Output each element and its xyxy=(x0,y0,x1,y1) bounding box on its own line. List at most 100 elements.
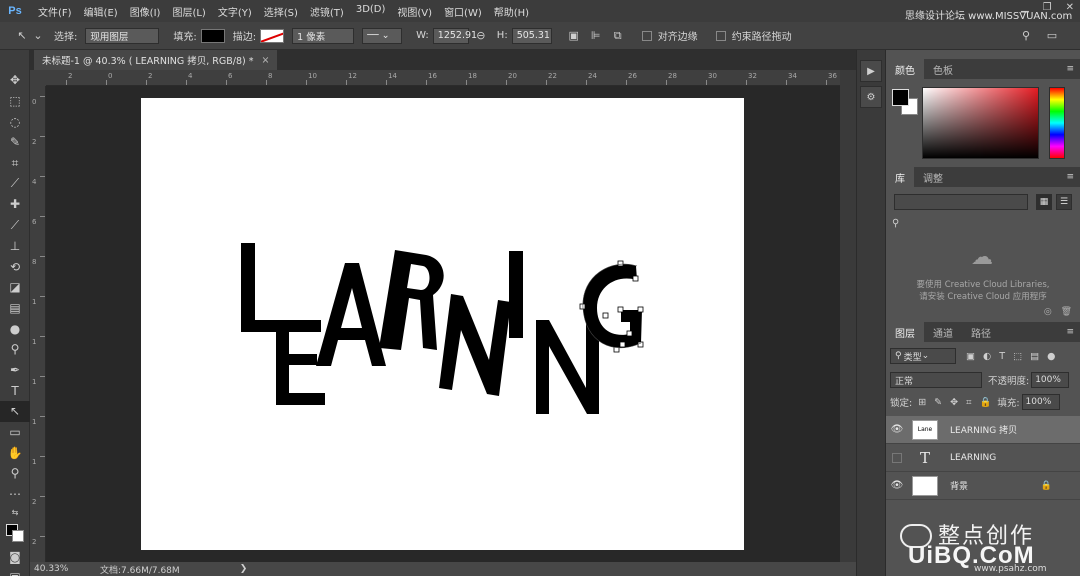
pen-tool-icon[interactable]: ✒ xyxy=(0,360,30,381)
cc-sync-icon[interactable]: ◎ xyxy=(1044,307,1052,317)
learning-artwork[interactable] xyxy=(141,98,744,550)
move-tool-icon[interactable]: ✥ xyxy=(0,70,30,91)
constrain-path-checkbox[interactable] xyxy=(715,30,726,41)
close-tab-icon[interactable]: × xyxy=(261,55,269,66)
panel-menu-icon[interactable]: ≡ xyxy=(1066,172,1074,182)
visibility-off-box[interactable] xyxy=(892,452,902,463)
library-search-icon[interactable]: ⚲ xyxy=(892,218,1074,234)
menu-image[interactable]: 图像(I) xyxy=(124,4,167,19)
layer-filter-dropdown[interactable]: ⚲ 类型 ⌄ xyxy=(890,348,956,364)
crop-tool-icon[interactable]: ⌗ xyxy=(0,153,30,174)
history-panel-icon[interactable]: ▶ xyxy=(860,60,882,82)
layer-row[interactable]: 👁 Lane LEARNING 拷贝 xyxy=(886,416,1080,444)
ruler-vertical[interactable]: 0 2 4 6 8 1 1 1 1 1 2 2 xyxy=(30,86,46,562)
tab-adjustments[interactable]: 调整 xyxy=(914,167,952,187)
menu-filter[interactable]: 滤镜(T) xyxy=(304,4,350,19)
opacity-field[interactable]: 100% xyxy=(1031,372,1070,388)
align-edges-checkbox[interactable] xyxy=(641,30,652,41)
chevron-down-icon[interactable]: ⌄ xyxy=(30,28,46,44)
menu-file[interactable]: 文件(F) xyxy=(32,4,78,19)
eye-icon[interactable]: 👁 xyxy=(886,424,908,435)
zoom-level[interactable]: 40.33% xyxy=(30,564,70,574)
eraser-tool-icon[interactable]: ◪ xyxy=(0,277,30,298)
layer-row[interactable]: 👁 背景 🔒 xyxy=(886,472,1080,500)
menu-select[interactable]: 选择(S) xyxy=(258,4,304,19)
stroke-style-dropdown[interactable]: ── ⌄ xyxy=(362,27,403,44)
shape-filter-icon[interactable]: ⬚ xyxy=(1013,351,1022,362)
menu-help[interactable]: 帮助(H) xyxy=(488,4,535,19)
layer-row[interactable]: T LEARNING xyxy=(886,444,1080,472)
lock-position-icon[interactable]: ✥ xyxy=(950,397,958,408)
lock-image-icon[interactable]: ✎ xyxy=(934,397,942,408)
properties-panel-icon[interactable]: ⚙ xyxy=(860,86,882,108)
tab-color[interactable]: 颜色 xyxy=(886,59,924,79)
status-menu-arrow-icon[interactable]: ❯ xyxy=(240,564,248,574)
brush-tool-icon[interactable]: ⟋ xyxy=(0,215,30,236)
lock-transparent-icon[interactable]: ⊞ xyxy=(918,397,926,408)
panel-menu-icon[interactable]: ≡ xyxy=(1066,327,1074,337)
blend-mode-dropdown[interactable]: 正常 xyxy=(890,372,982,388)
menu-view[interactable]: 视图(V) xyxy=(391,4,438,19)
healing-brush-tool-icon[interactable]: ✚ xyxy=(0,194,30,215)
path-alignment-icon[interactable]: ⊫ xyxy=(588,28,604,44)
select-mode-dropdown[interactable]: 现用图层 xyxy=(85,27,160,44)
more-tools-icon[interactable]: ⋯ xyxy=(0,484,30,505)
workspace-icon[interactable]: ▭ xyxy=(1044,28,1060,44)
path-arrangement-icon[interactable]: ⧉ xyxy=(610,28,626,44)
vertical-scrollbar[interactable] xyxy=(840,70,856,562)
grid-view-icon[interactable]: ▦ xyxy=(1036,194,1052,210)
canvas-area[interactable] xyxy=(46,86,840,562)
lock-all-icon[interactable]: 🔒 xyxy=(979,397,991,408)
close-window-icon[interactable]: ✕ xyxy=(1066,2,1074,13)
filter-toggle-icon[interactable]: ● xyxy=(1047,351,1055,362)
menu-3d[interactable]: 3D(D) xyxy=(350,4,392,19)
dodge-tool-icon[interactable]: ⚲ xyxy=(0,339,30,360)
type-tool-icon[interactable]: T xyxy=(0,380,30,401)
panel-menu-icon[interactable]: ≡ xyxy=(1066,64,1074,74)
history-brush-tool-icon[interactable]: ⟲ xyxy=(0,256,30,277)
tab-libraries[interactable]: 库 xyxy=(886,167,914,187)
rectangle-tool-icon[interactable]: ▭ xyxy=(0,422,30,443)
clone-stamp-tool-icon[interactable]: ⊥ xyxy=(0,236,30,257)
document-canvas[interactable] xyxy=(141,98,744,550)
menu-layer[interactable]: 图层(L) xyxy=(166,4,211,19)
fg-bg-swatches[interactable] xyxy=(892,89,918,115)
tab-channels[interactable]: 通道 xyxy=(924,322,962,342)
foreground-background-colors-icon[interactable] xyxy=(0,520,30,546)
pixel-filter-icon[interactable]: ▣ xyxy=(966,351,975,362)
tab-swatches[interactable]: 色板 xyxy=(924,59,962,79)
height-field[interactable]: 505.31 xyxy=(511,27,552,44)
type-filter-icon[interactable]: T xyxy=(999,351,1005,362)
tab-layers[interactable]: 图层 xyxy=(886,322,924,342)
foreground-color[interactable] xyxy=(892,89,909,106)
search-icon[interactable]: ⚲ xyxy=(1018,28,1034,44)
restore-icon[interactable]: ❐ xyxy=(1043,2,1052,13)
lock-artboard-icon[interactable]: ⌗ xyxy=(966,397,971,408)
blur-tool-icon[interactable]: ● xyxy=(0,318,30,339)
stroke-width-field[interactable]: 1 像素 xyxy=(292,27,355,44)
path-select-tool-icon[interactable]: ↖ xyxy=(0,401,30,422)
hue-slider[interactable] xyxy=(1049,87,1065,159)
menu-type[interactable]: 文字(Y) xyxy=(212,4,258,19)
quick-select-tool-icon[interactable]: ✎ xyxy=(0,132,30,153)
document-tab[interactable]: 未标题-1 @ 40.3% ( LEARNING 拷贝, RGB/8) * × xyxy=(34,50,278,70)
gradient-tool-icon[interactable]: ▤ xyxy=(0,298,30,319)
direct-select-tool-icon[interactable]: ↖ xyxy=(14,28,30,44)
lasso-tool-icon[interactable]: ◌ xyxy=(0,111,30,132)
menu-edit[interactable]: 编辑(E) xyxy=(78,4,124,19)
saturation-value-field[interactable] xyxy=(922,87,1039,159)
library-dropdown[interactable] xyxy=(894,194,1028,210)
marquee-tool-icon[interactable]: ⬚ xyxy=(0,91,30,112)
adjustment-filter-icon[interactable]: ◐ xyxy=(983,351,991,362)
list-view-icon[interactable]: ☰ xyxy=(1056,194,1072,210)
quick-mask-icon[interactable]: ◙ xyxy=(0,546,30,567)
smart-filter-icon[interactable]: ▤ xyxy=(1030,351,1039,362)
eye-icon[interactable]: 👁 xyxy=(886,480,908,491)
ruler-horizontal[interactable]: 2 0 2 4 6 8 10 12 14 16 18 20 22 24 26 28 30 32 34 36 xyxy=(46,70,840,86)
path-operations-icon[interactable]: ▣ xyxy=(566,28,582,44)
screen-mode-icon[interactable]: ▣ xyxy=(0,567,30,576)
fill-field[interactable]: 100% xyxy=(1021,394,1060,410)
hand-tool-icon[interactable]: ✋ xyxy=(0,442,30,463)
swap-colors-icon[interactable]: ⇆ xyxy=(0,504,30,520)
tab-paths[interactable]: 路径 xyxy=(962,322,1000,342)
